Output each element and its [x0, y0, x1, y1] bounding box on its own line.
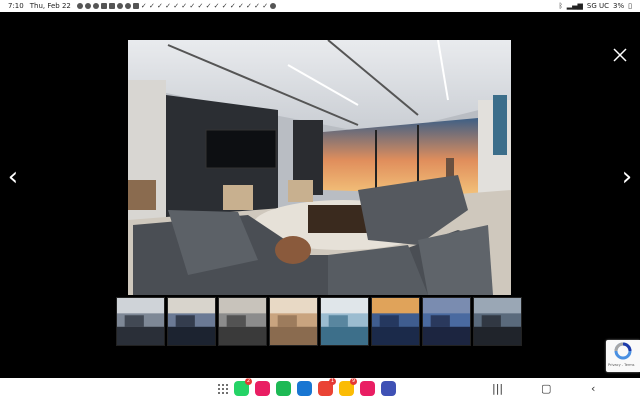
chrome-app-icon[interactable]: 9	[339, 378, 357, 396]
battery-label: 3%	[613, 2, 625, 10]
messenger-notification-icon	[84, 3, 91, 9]
thumbnail-media-room[interactable]	[473, 297, 522, 346]
notification-badge: 1	[329, 378, 336, 385]
recaptcha-badge[interactable]: Privacy - Terms	[606, 340, 640, 372]
thumbnail-aerial-dusk[interactable]	[422, 297, 471, 346]
facebook-notification-icon	[124, 3, 131, 9]
thumbnail-image	[423, 298, 470, 345]
chat-notification-icon	[92, 3, 99, 9]
main-photo	[128, 40, 511, 295]
thumbnail-image	[372, 298, 419, 345]
app-dock: 2 1 9	[218, 378, 396, 396]
status-bar: 7:10 Thu, Feb 22 ✓ ✓ ✓ ✓ ✓ ✓ ✓ ✓ ✓ ✓ ✓ ✓…	[0, 0, 640, 12]
calendar-notification-icon	[132, 3, 139, 9]
home-button[interactable]: ▢	[541, 382, 551, 395]
battery-icon: ▯	[628, 2, 632, 10]
close-button[interactable]	[610, 45, 630, 65]
back-button[interactable]: ‹	[591, 382, 595, 395]
thumbnail-image	[117, 298, 164, 345]
status-time: 7:10	[8, 2, 24, 10]
gmail-app-icon[interactable]: 1	[318, 378, 336, 396]
thumbnail-strip	[116, 297, 522, 346]
notification-badge: 2	[245, 378, 252, 385]
navigation-bar: 2 1 9 ||| ▢ ‹	[0, 378, 640, 400]
notification-icons: ✓ ✓ ✓ ✓ ✓ ✓ ✓ ✓ ✓ ✓ ✓ ✓ ✓ ✓ ✓ ✓	[76, 2, 277, 10]
notification-badge: 9	[350, 378, 357, 385]
status-date: Thu, Feb 22	[29, 2, 71, 10]
lightbox: ‹ › Privacy - Terms	[0, 12, 640, 378]
phone-app-icon[interactable]	[255, 381, 270, 396]
next-photo-button[interactable]: ›	[617, 162, 637, 192]
thumbnail-exterior-pool-dusk[interactable]	[371, 297, 420, 346]
thumbnail-image	[168, 298, 215, 345]
thumbnail-bathroom[interactable]	[269, 297, 318, 346]
carrier-label: SG UC	[586, 2, 610, 10]
thumbnail-image	[321, 298, 368, 345]
app-drawer-button[interactable]	[218, 383, 228, 394]
whatsapp-notification-icon	[76, 3, 83, 9]
recaptcha-icon	[614, 342, 632, 360]
thumbnail-exterior-pool-day[interactable]	[320, 297, 369, 346]
thumbnail-image	[270, 298, 317, 345]
thumbnail-living-room[interactable]	[116, 297, 165, 346]
close-icon	[613, 48, 627, 62]
settings-app-icon[interactable]	[381, 381, 396, 396]
galaxy-store-app-icon[interactable]	[360, 381, 375, 396]
thumbnail-dining-view[interactable]	[167, 297, 216, 346]
messages-blue-app-icon[interactable]	[297, 381, 312, 396]
whatsapp-app-icon[interactable]: 2	[234, 378, 252, 396]
previous-photo-button[interactable]: ‹	[3, 162, 23, 192]
bluetooth-icon: ᛒ	[558, 2, 563, 10]
messages-green-app-icon[interactable]	[276, 381, 291, 396]
thumbnail-image	[474, 298, 521, 345]
gmail-notification-icon	[100, 3, 107, 9]
signal-icon: ▂▄▆	[566, 2, 583, 10]
thumbnail-image	[219, 298, 266, 345]
more-notifications-icon	[270, 3, 277, 9]
status-right: ᛒ ▂▄▆ SG UC 3% ▯	[559, 2, 632, 10]
check-notification-icon: ✓ ✓ ✓ ✓ ✓ ✓ ✓ ✓ ✓ ✓ ✓ ✓ ✓ ✓ ✓ ✓	[140, 2, 269, 10]
linkedin-notification-icon	[108, 3, 115, 9]
recaptcha-footer[interactable]: Privacy - Terms	[608, 363, 634, 367]
recents-button[interactable]: |||	[492, 382, 503, 395]
living-room-photo	[128, 40, 511, 295]
youtube-notification-icon	[116, 3, 123, 9]
thumbnail-kitchen[interactable]	[218, 297, 267, 346]
